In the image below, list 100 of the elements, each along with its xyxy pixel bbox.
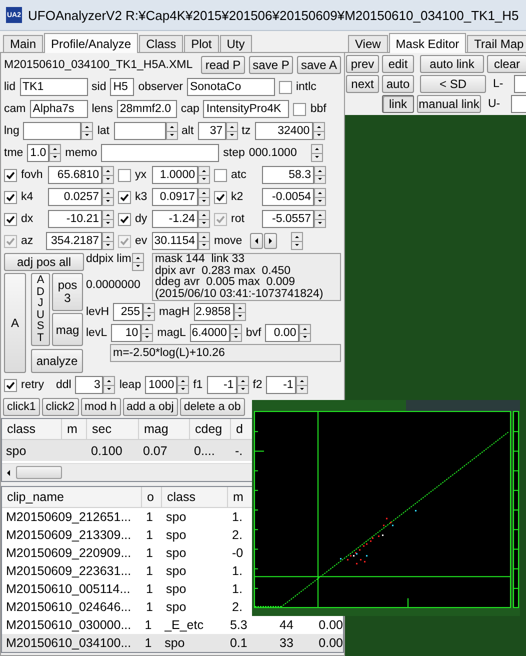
spin-buttons[interactable] bbox=[198, 210, 210, 228]
spin-buttons[interactable] bbox=[310, 144, 323, 162]
tab[interactable]: Uty bbox=[220, 35, 252, 52]
checkbox[interactable] bbox=[4, 378, 17, 392]
file-button[interactable]: save A bbox=[297, 56, 341, 74]
spin-buttons[interactable] bbox=[312, 122, 325, 140]
spin-buttons[interactable] bbox=[291, 232, 304, 250]
adjust-all-button[interactable]: adj pos all bbox=[4, 253, 84, 271]
toolbar-button[interactable]: clear bbox=[487, 55, 526, 73]
table-row[interactable]: M20150610_030000... 1 _E_etc 5.3 44 0.00 bbox=[2, 616, 343, 634]
object-button[interactable]: click1 bbox=[3, 398, 40, 416]
spin-buttons[interactable] bbox=[198, 232, 210, 250]
spin-buttons[interactable] bbox=[103, 376, 116, 394]
checkbox[interactable] bbox=[4, 212, 17, 226]
number-field[interactable]: -0.0054 bbox=[262, 188, 314, 206]
number-field[interactable]: -1.24 bbox=[152, 210, 198, 228]
column-header[interactable]: o bbox=[142, 487, 162, 508]
number-field[interactable]: 3 bbox=[75, 376, 104, 394]
tab[interactable]: Mask Editor bbox=[388, 33, 466, 53]
number-field[interactable]: 30.1154 bbox=[152, 232, 198, 250]
tab[interactable]: View bbox=[348, 35, 388, 52]
analyze-button[interactable]: analyze bbox=[31, 349, 83, 373]
number-field[interactable]: 1.0 bbox=[27, 144, 50, 162]
toolbar-button[interactable]: auto link bbox=[420, 55, 484, 73]
scroll-thumb[interactable] bbox=[16, 466, 62, 479]
spin-buttons[interactable] bbox=[299, 324, 312, 342]
spin-buttons[interactable] bbox=[102, 232, 114, 250]
number-field[interactable]: 2.9858 bbox=[194, 303, 234, 321]
toolbar-button[interactable]: edit bbox=[382, 55, 414, 73]
spin-buttons[interactable] bbox=[166, 122, 178, 140]
checkbox[interactable] bbox=[118, 168, 131, 182]
spin-buttons[interactable] bbox=[314, 210, 326, 228]
text-field[interactable]: TK1 bbox=[20, 78, 88, 96]
tab[interactable]: Profile/Analyze bbox=[44, 33, 138, 53]
object-button[interactable]: add a obj bbox=[122, 398, 178, 416]
spin-buttons[interactable] bbox=[102, 188, 114, 206]
number-field[interactable]: -5.0557 bbox=[262, 210, 314, 228]
text-field[interactable]: IntensityPro4K bbox=[203, 100, 290, 118]
right-arrow-button[interactable] bbox=[264, 233, 278, 249]
adjust-button[interactable]: ADJUST bbox=[31, 273, 50, 346]
toolbar-button[interactable]: link bbox=[382, 95, 414, 113]
spin-buttons[interactable] bbox=[230, 324, 242, 342]
spin-buttons[interactable] bbox=[314, 188, 326, 206]
spin-buttons[interactable] bbox=[102, 210, 114, 228]
number-field[interactable]: 0.0257 bbox=[48, 188, 102, 206]
pos-button[interactable]: pos 3 bbox=[52, 273, 83, 311]
number-field[interactable] bbox=[114, 122, 166, 140]
toolbar-button[interactable]: next bbox=[346, 75, 379, 93]
toolbar-button[interactable]: auto bbox=[382, 75, 414, 93]
spin-buttons[interactable] bbox=[314, 166, 326, 184]
spin-buttons[interactable] bbox=[198, 166, 210, 184]
spin-buttons[interactable] bbox=[102, 166, 114, 184]
number-field[interactable]: -1 bbox=[206, 376, 237, 394]
spin-buttons[interactable] bbox=[132, 253, 144, 271]
number-field[interactable] bbox=[23, 122, 82, 140]
spin-buttons[interactable] bbox=[143, 303, 156, 321]
text-field[interactable] bbox=[101, 144, 220, 162]
number-field[interactable]: -1 bbox=[266, 376, 296, 394]
checkbox[interactable] bbox=[4, 190, 17, 204]
spin-buttons[interactable] bbox=[234, 303, 246, 321]
number-field[interactable]: 354.2187 bbox=[46, 232, 102, 250]
checkbox[interactable] bbox=[278, 80, 292, 94]
table-row[interactable]: M20150610_034100... 1 spo 0.1 33 0.00 bbox=[2, 634, 343, 652]
text-field[interactable]: H5 bbox=[110, 78, 134, 96]
number-field[interactable]: 10 bbox=[111, 324, 142, 342]
spin-buttons[interactable] bbox=[198, 188, 210, 206]
left-arrow-button[interactable] bbox=[250, 233, 264, 249]
tab[interactable]: Plot bbox=[184, 35, 219, 52]
number-field[interactable]: 37 bbox=[198, 122, 226, 140]
text-field[interactable]: SonotaCo bbox=[186, 78, 275, 96]
spin-buttons[interactable] bbox=[226, 122, 238, 140]
a-button[interactable]: A bbox=[4, 273, 26, 373]
number-field[interactable]: 65.6810 bbox=[48, 166, 102, 184]
number-field[interactable]: 0.00 bbox=[265, 324, 300, 342]
checkbox[interactable] bbox=[293, 102, 306, 116]
tab[interactable]: Main bbox=[3, 35, 44, 52]
column-header[interactable]: class bbox=[162, 487, 228, 508]
toolbar-button[interactable]: manual link bbox=[417, 95, 481, 113]
text-field[interactable]: Alpha7s bbox=[30, 100, 88, 118]
number-field[interactable]: 1.0000 bbox=[152, 166, 198, 184]
number-field[interactable]: -10.21 bbox=[48, 210, 102, 228]
number-field[interactable]: 1000 bbox=[145, 376, 178, 394]
scroll-left-icon[interactable] bbox=[7, 470, 10, 476]
number-field[interactable]: 0.0917 bbox=[152, 188, 198, 206]
file-button[interactable]: save P bbox=[249, 56, 293, 74]
number-field[interactable]: 58.3 bbox=[262, 166, 314, 184]
spin-buttons[interactable] bbox=[81, 122, 94, 140]
toolbar-button[interactable]: prev bbox=[346, 55, 379, 73]
spin-buttons[interactable] bbox=[49, 144, 62, 162]
mag-button[interactable]: mag bbox=[52, 313, 83, 346]
object-button[interactable]: mod h bbox=[80, 398, 120, 416]
number-field[interactable]: 255 bbox=[113, 303, 144, 321]
spin-buttons[interactable] bbox=[296, 376, 308, 394]
spin-buttons[interactable] bbox=[177, 376, 190, 394]
text-field[interactable]: 28mmf2.0 bbox=[116, 100, 177, 118]
column-header[interactable]: clip_name bbox=[2, 487, 142, 508]
spin-buttons[interactable] bbox=[141, 324, 154, 342]
tab[interactable]: Class bbox=[139, 35, 184, 52]
tab[interactable]: Trail Map bbox=[467, 35, 526, 52]
checkbox[interactable] bbox=[118, 212, 131, 226]
